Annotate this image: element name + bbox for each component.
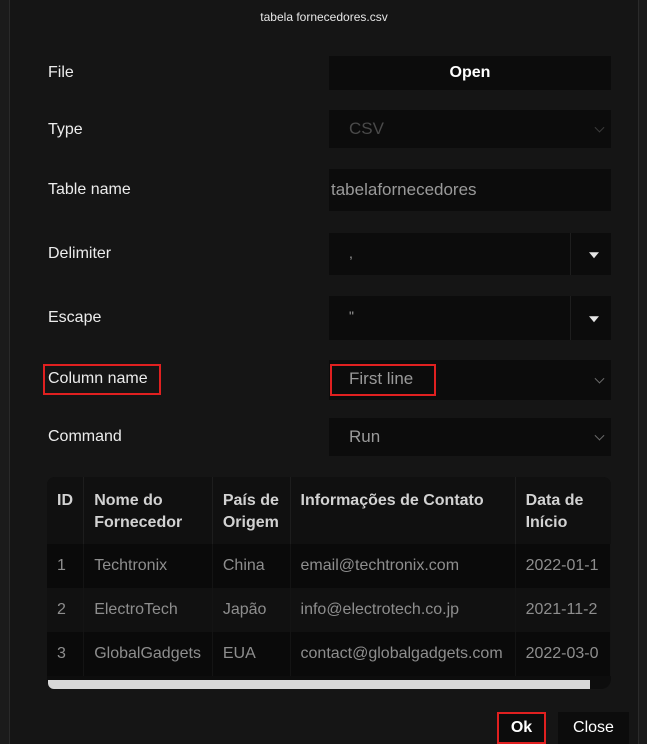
open-button[interactable]: Open [329,56,611,90]
column-header-label: Fornecedor [94,514,183,531]
command-value: Run [349,427,381,446]
divider [570,296,571,340]
type-label: Type [48,121,83,138]
delimiter-value: , [349,245,353,261]
escape-value: " [349,308,354,324]
delimiter-label: Delimiter [48,245,112,262]
table-cell: info@electrotech.co.jp [290,588,516,632]
column-header-nome: Nome do Fornecedor [83,477,213,544]
table-cell: GlobalGadgets [83,632,213,676]
type-select-value: CSV [349,119,384,138]
table-cell: China [212,544,291,588]
table-cell: email@techtronix.com [290,544,516,588]
table-cell: 3 [47,632,85,676]
command-select[interactable]: Run [329,418,611,456]
table-cell: 2022-01-1 [515,544,611,588]
dialog-title: tabela fornecedores.csv [260,10,388,24]
horizontal-scrollbar[interactable] [48,680,590,689]
ok-button[interactable]: Ok [497,712,546,744]
table-row[interactable]: 3 GlobalGadgets EUA contact@globalgadget… [47,632,611,676]
file-label: File [48,64,74,81]
preview-table[interactable]: ID Nome do Fornecedor País de Origem Infor… [47,477,611,689]
table-cell: 1 [47,544,85,588]
column-header-label: ID [57,492,73,509]
table-cell: 2022-03-0 [515,632,611,676]
column-header-info: Informações de Contato [290,477,516,544]
close-button[interactable]: Close [558,712,629,744]
escape-combobox[interactable]: " [329,296,611,340]
table-cell: 2021-11-2 [515,588,611,632]
table-name-label: Table name [48,181,131,198]
type-select[interactable]: CSV [329,110,611,148]
divider [570,233,571,275]
column-header-label: Data de [525,492,584,509]
table-header-row: ID Nome do Fornecedor País de Origem Infor… [47,477,611,544]
column-header-label: Informações de Contato [300,492,484,509]
column-header-label: Início [525,514,568,531]
escape-label: Escape [48,309,102,326]
table-cell: Japão [212,588,291,632]
table-cell: EUA [212,632,291,676]
column-header-pais: País de Origem [212,477,291,544]
table-row[interactable]: 2 ElectroTech Japão info@electrotech.co.… [47,588,611,632]
caret-down-icon[interactable] [589,252,599,259]
column-name-value-highlight [330,364,436,396]
table-name-value: tabelafornecedores [331,180,477,199]
column-header-label: País de [222,492,279,509]
chevron-down-icon [594,430,605,441]
command-label: Command [48,428,122,445]
table-cell: Techtronix [83,544,213,588]
chevron-down-icon [594,122,605,133]
caret-down-icon[interactable] [589,316,599,323]
table-name-input[interactable]: tabelafornecedores [329,169,611,211]
table-row[interactable]: 1 Techtronix China email@techtronix.com … [47,544,611,588]
table-cell: contact@globalgadgets.com [290,632,516,676]
column-name-label: Column name [48,370,148,387]
table-cell: 2 [47,588,85,632]
delimiter-combobox[interactable]: , [329,233,611,275]
column-header-data: Data de Início [515,477,611,544]
table-cell: ElectroTech [83,588,213,632]
column-header-label: Nome do [94,492,163,509]
column-header-label: Origem [222,514,279,531]
column-header-id: ID [47,477,85,544]
chevron-down-icon [594,373,605,384]
import-dialog: tabela fornecedores.csv File Open Type C… [9,0,639,744]
